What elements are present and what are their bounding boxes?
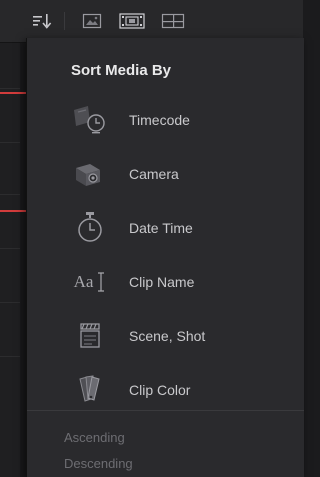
sort-by-date-time[interactable]: Date Time: [27, 206, 304, 250]
stopwatch-icon: [67, 211, 113, 245]
sort-by-camera[interactable]: Camera: [27, 152, 304, 196]
track-divider: [0, 302, 20, 303]
thumbnail-view-icon: [82, 13, 102, 29]
sort-media-menu: Sort Media By Timecode Camera Date Time …: [26, 38, 304, 477]
menu-item-label: Date Time: [129, 220, 193, 236]
track-divider: [0, 88, 20, 89]
menu-title: Sort Media By: [71, 62, 172, 79]
menu-divider: [27, 410, 304, 411]
filmstrip-view-icon: [119, 13, 145, 29]
playhead-marker: [0, 210, 26, 212]
menu-item-label: Scene, Shot: [129, 328, 206, 344]
sort-by-scene-shot[interactable]: Scene, Shot: [27, 314, 304, 358]
list-view-button[interactable]: [160, 8, 186, 34]
camera-icon: [67, 157, 113, 191]
track-divider: [0, 142, 20, 143]
clapperboard-icon: [67, 319, 113, 353]
sort-by-clip-name[interactable]: Aa Clip Name: [27, 260, 304, 304]
background-timeline-strip: [0, 42, 26, 477]
color-swatches-icon: [67, 373, 113, 407]
track-divider: [0, 248, 20, 249]
text-cursor-icon: Aa: [67, 265, 113, 299]
list-view-icon: [161, 13, 185, 29]
thumbnail-view-button[interactable]: [80, 8, 104, 34]
sort-order-button[interactable]: [30, 8, 54, 34]
sort-by-timecode[interactable]: Timecode: [27, 98, 304, 142]
sort-by-clip-color[interactable]: Clip Color: [27, 368, 304, 412]
media-pool-window: Sort Media By Timecode Camera Date Time …: [0, 0, 304, 477]
menu-item-label: Timecode: [129, 112, 190, 128]
track-divider: [0, 194, 20, 195]
playhead-marker: [0, 92, 26, 94]
menu-item-label: Clip Color: [129, 382, 191, 398]
sort-ascending-option[interactable]: Ascending: [64, 430, 125, 445]
track-divider: [0, 356, 20, 357]
sort-descending-option[interactable]: Descending: [64, 456, 133, 471]
menu-item-label: Camera: [129, 166, 179, 182]
toolbar-separator: [64, 12, 65, 30]
filmstrip-view-button[interactable]: [118, 8, 146, 34]
media-pool-toolbar: [0, 0, 303, 43]
aa-glyph: Aa: [73, 272, 94, 291]
sort-order-icon: [33, 14, 52, 29]
timecode-icon: [67, 103, 113, 137]
menu-item-label: Clip Name: [129, 274, 195, 290]
